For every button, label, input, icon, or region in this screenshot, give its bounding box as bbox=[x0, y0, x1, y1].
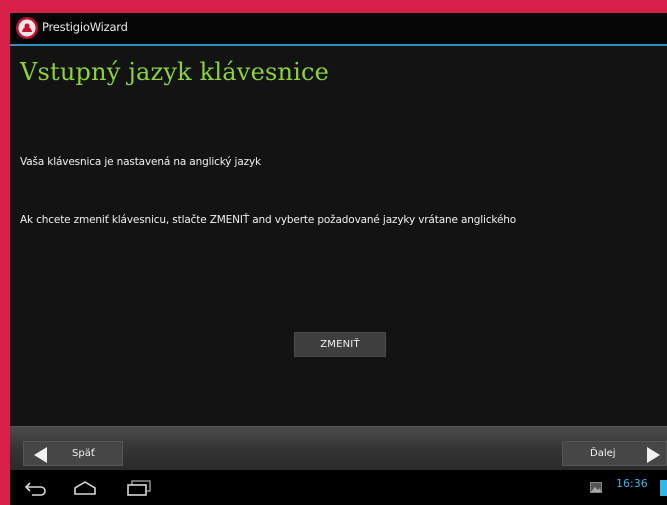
nav-recents-icon[interactable] bbox=[126, 480, 152, 496]
back-button-label: Späť bbox=[72, 448, 95, 459]
page-title: Vstupný jazyk klávesnice bbox=[20, 58, 330, 86]
nav-home-icon[interactable] bbox=[73, 480, 97, 496]
keyboard-status-text: Vaša klávesnica je nastavená na anglický… bbox=[20, 156, 261, 168]
clock: 16:36 bbox=[616, 477, 648, 490]
prestigio-logo-icon[interactable] bbox=[15, 16, 39, 40]
device-screen: PrestigioWizard Vstupný jazyk klávesnice… bbox=[10, 13, 667, 505]
nav-back-icon[interactable] bbox=[24, 480, 48, 496]
instruction-text: Ak chcete zmeniť klávesnicu, stlačte ZME… bbox=[20, 214, 517, 226]
change-button[interactable]: ZMENIŤ bbox=[294, 332, 386, 357]
gallery-icon[interactable] bbox=[590, 482, 602, 493]
triangle-right-icon bbox=[647, 447, 660, 463]
wizard-navigation-bar: Späť Ďalej bbox=[10, 426, 667, 471]
next-button-label: Ďalej bbox=[590, 448, 616, 459]
system-navigation-bar: 16:36 bbox=[10, 470, 667, 505]
wizard-content: Vstupný jazyk klávesnice Vaša klávesnica… bbox=[10, 46, 667, 431]
title-bar: PrestigioWizard bbox=[10, 13, 667, 46]
triangle-left-icon bbox=[34, 447, 47, 463]
next-button[interactable]: Ďalej bbox=[562, 441, 667, 466]
app-name: PrestigioWizard bbox=[42, 20, 128, 34]
battery-icon bbox=[660, 480, 667, 496]
back-button[interactable]: Späť bbox=[23, 441, 123, 466]
